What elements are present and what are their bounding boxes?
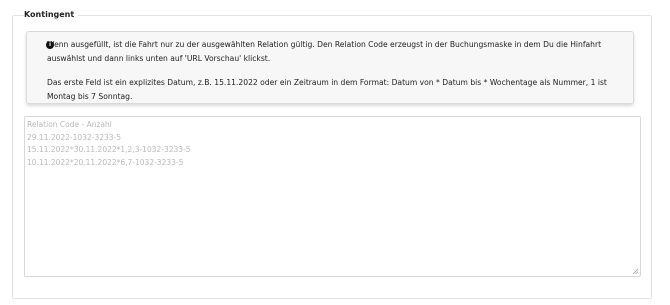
info-text-relation: Wenn ausgefüllt, ist die Fahrt nur zu de…	[47, 40, 602, 63]
placeholder-line-1: Relation Code - Anzahl	[27, 120, 112, 129]
info-text-date-format: Das erste Feld ist ein explizites Datum,…	[47, 78, 607, 101]
placeholder-line-2: 29.11.2022-1032-3233-5	[27, 132, 122, 142]
info-circle-icon: i	[46, 41, 54, 49]
section-title: Kontingent	[24, 9, 79, 21]
kontingent-textarea[interactable]: Relation Code - Anzahl 29.11.2022-1032-32…	[24, 116, 641, 277]
info-box: i Wenn ausgefüllt, ist die Fahrt nur zu …	[26, 31, 634, 104]
placeholder-line-3: 15.11.2022*30.11.2022*1,2,3-1032-3233-5	[27, 145, 191, 155]
resize-handle-icon[interactable]	[632, 268, 638, 274]
placeholder-line-4: 10.11.2022*20.11.2022*6,7-1032-3233-5	[27, 157, 184, 167]
